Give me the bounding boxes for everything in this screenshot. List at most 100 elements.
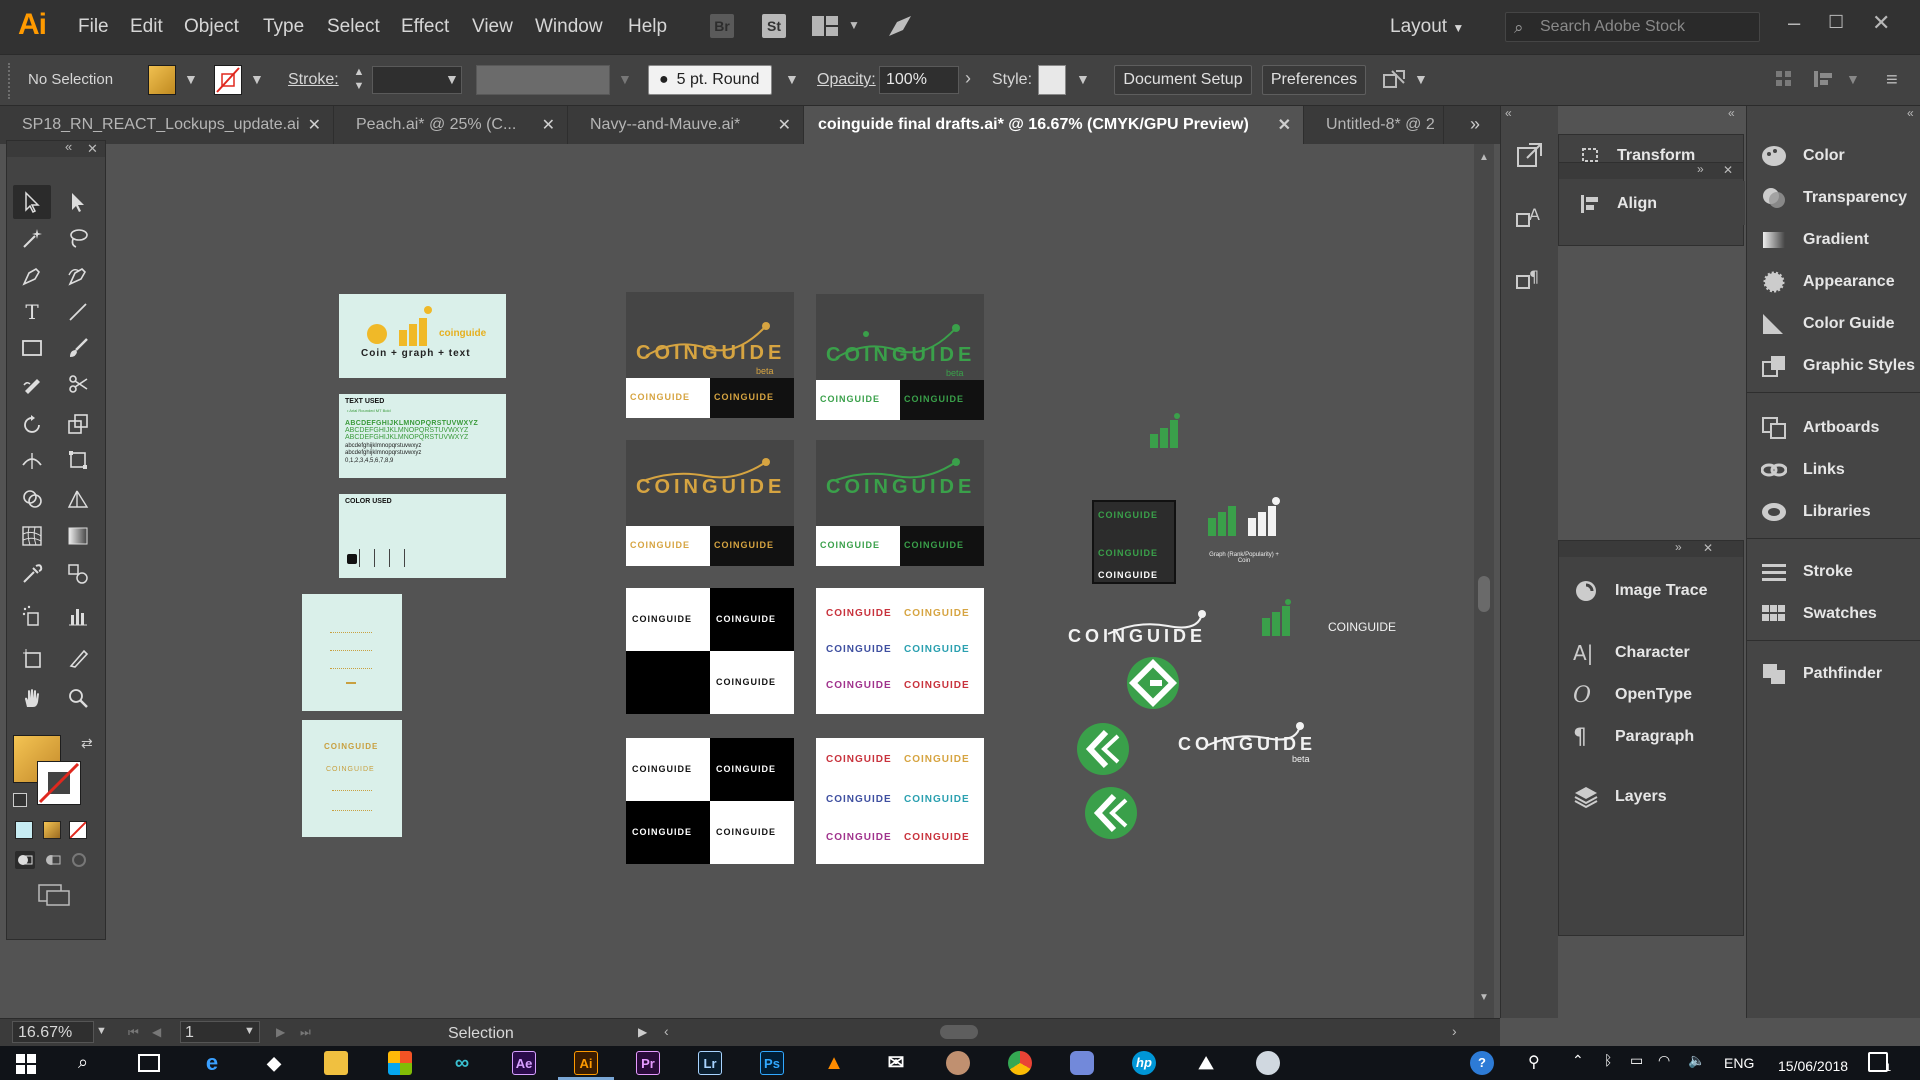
- mail-icon[interactable]: ✉: [884, 1051, 908, 1075]
- artboard-coin-graph-text[interactable]: coinguide Coin + graph + text: [339, 294, 506, 378]
- previous-artboard-icon[interactable]: ◀: [152, 1025, 161, 1039]
- panel-layers[interactable]: Layers: [1559, 777, 1745, 817]
- clock-date[interactable]: 15/06/2018: [1778, 1058, 1848, 1074]
- store-icon[interactable]: [388, 1051, 412, 1075]
- stroke-stepper[interactable]: ▲ ▼: [349, 65, 369, 95]
- rotate-tool-icon[interactable]: [13, 407, 51, 441]
- vertical-scrollbar[interactable]: ▲ ▼: [1474, 144, 1494, 1022]
- photos-icon[interactable]: ⛰: [1194, 1051, 1218, 1075]
- task-view-icon[interactable]: [138, 1054, 160, 1072]
- panel-stroke[interactable]: Stroke: [1747, 552, 1920, 592]
- menu-window[interactable]: Window: [535, 16, 603, 38]
- menu-view[interactable]: View: [472, 16, 513, 38]
- language-indicator[interactable]: ENG: [1724, 1055, 1754, 1071]
- arduino-icon[interactable]: ∞: [450, 1051, 474, 1075]
- stroke-label[interactable]: Stroke:: [288, 71, 339, 89]
- artboard-text-used[interactable]: TEXT USED • Arial Rounded MT Bold ABCDEF…: [339, 394, 506, 478]
- artboard-coinguide-green-dark[interactable]: COINGUIDE beta COINGUIDE COINGUIDE: [816, 294, 984, 420]
- scale-tool-icon[interactable]: [59, 407, 97, 441]
- photo-app-icon[interactable]: [946, 1051, 970, 1075]
- opacity-field[interactable]: 100%: [879, 66, 959, 94]
- chevron-down-icon[interactable]: ▼: [250, 71, 264, 87]
- scissors-tool-icon[interactable]: [59, 367, 97, 401]
- panel-swatches[interactable]: Swatches: [1747, 594, 1920, 634]
- close-icon[interactable]: ✕: [542, 115, 555, 135]
- slice-tool-icon[interactable]: [59, 641, 97, 675]
- artboard-mono-grid-2[interactable]: COINGUIDE COINGUIDE COINGUIDE COINGUIDE: [626, 738, 794, 864]
- illustrator-icon[interactable]: Ai: [574, 1051, 598, 1075]
- zoom-tool-icon[interactable]: [59, 681, 97, 715]
- type-tool-icon[interactable]: T: [13, 295, 51, 329]
- fill-swatch[interactable]: [148, 65, 176, 95]
- close-icon[interactable]: ✕: [1278, 115, 1291, 135]
- minimize-button[interactable]: –: [1788, 10, 1800, 36]
- gradient-mode-icon[interactable]: [43, 821, 61, 839]
- menu-object[interactable]: Object: [184, 16, 239, 38]
- bridge-icon[interactable]: Br: [710, 14, 734, 38]
- pen-tool-icon[interactable]: [13, 259, 51, 293]
- scroll-thumb[interactable]: [1478, 576, 1490, 612]
- selection-tool-icon[interactable]: [13, 185, 51, 219]
- close-icon[interactable]: ✕: [87, 141, 98, 157]
- after-effects-icon[interactable]: Ae: [512, 1051, 536, 1075]
- battery-icon[interactable]: ▭: [1630, 1052, 1643, 1069]
- paintbrush-tool-icon[interactable]: [59, 331, 97, 365]
- menu-type[interactable]: Type: [263, 16, 304, 38]
- menu-icon[interactable]: ≡: [1886, 69, 1898, 92]
- status-menu-arrow-icon[interactable]: ▶: [638, 1025, 647, 1039]
- lightroom-icon[interactable]: Lr: [698, 1051, 722, 1075]
- artboard-color-variants-1[interactable]: COINGUIDE COINGUIDE COINGUIDE COINGUIDE …: [816, 588, 984, 714]
- edge-icon[interactable]: e: [200, 1051, 224, 1075]
- panel-artboards[interactable]: Artboards: [1747, 408, 1920, 448]
- panel-image-trace[interactable]: Image Trace: [1559, 571, 1745, 611]
- blend-tool-icon[interactable]: [59, 557, 97, 591]
- chevron-down-icon[interactable]: ▼: [1414, 71, 1428, 87]
- panel-color-guide[interactable]: Color Guide: [1747, 304, 1920, 344]
- stock-icon[interactable]: St: [762, 14, 786, 38]
- tab-coinguide-final-drafts[interactable]: coinguide final drafts.ai* @ 16.67% (CMY…: [804, 106, 1304, 144]
- stacked-logo-box[interactable]: COINGUIDE COINGUIDE COINGUIDE: [1092, 500, 1176, 584]
- chevron-down-icon[interactable]: ▼: [96, 1025, 107, 1037]
- chrome-icon[interactable]: [1008, 1051, 1032, 1075]
- zoom-field[interactable]: 16.67%: [12, 1021, 94, 1043]
- shaper-tool-icon[interactable]: [13, 367, 51, 401]
- grip-handle[interactable]: [8, 63, 12, 99]
- people-icon[interactable]: ⚲: [1528, 1052, 1540, 1072]
- menu-edit[interactable]: Edit: [130, 16, 163, 38]
- artboard-vertical-logos-2[interactable]: COINGUIDE COINGUIDE: [302, 720, 402, 837]
- gpu-performance-icon[interactable]: [885, 12, 915, 40]
- arrange-documents-icon[interactable]: [812, 16, 838, 36]
- chevron-down-icon[interactable]: ▼: [244, 1025, 255, 1037]
- chevron-down-icon[interactable]: ▼: [785, 71, 799, 87]
- chevron-down-icon[interactable]: ▼: [1846, 71, 1860, 87]
- collapse-icon[interactable]: «: [65, 139, 72, 154]
- gradient-tool-icon[interactable]: [59, 519, 97, 553]
- collapse-icon[interactable]: «: [1728, 106, 1735, 120]
- perspective-grid-tool-icon[interactable]: [59, 481, 97, 515]
- menu-effect[interactable]: Effect: [401, 16, 449, 38]
- photoshop-icon[interactable]: Ps: [760, 1051, 784, 1075]
- arrange-icon[interactable]: [1382, 69, 1406, 93]
- tab-untitled-8[interactable]: Untitled-8* @ 2: [1304, 106, 1444, 144]
- windows-start-icon[interactable]: [16, 1054, 36, 1074]
- canvas[interactable]: coinguide Coin + graph + text TEXT USED …: [106, 144, 1474, 1022]
- scroll-down-icon[interactable]: ▼: [1479, 992, 1489, 1003]
- screen-mode-icon[interactable]: [37, 883, 73, 907]
- volume-icon[interactable]: 🔈: [1688, 1052, 1705, 1069]
- chevron-down-icon[interactable]: ▼: [445, 71, 459, 87]
- artboard-mono-grid-1[interactable]: COINGUIDE COINGUIDE COINGUIDE: [626, 588, 794, 714]
- magic-wand-tool-icon[interactable]: [13, 221, 51, 255]
- paragraph-styles-icon[interactable]: ¶: [1515, 264, 1543, 292]
- search-stock-input[interactable]: ⌕ Search Adobe Stock: [1505, 12, 1760, 42]
- graphic-style-swatch[interactable]: [1038, 65, 1066, 95]
- stroke-color-swatch[interactable]: [37, 761, 81, 805]
- chevron-down-icon[interactable]: ▼: [848, 18, 860, 32]
- maximize-button[interactable]: ☐: [1828, 12, 1844, 33]
- artboard-coinguide-gold-dark[interactable]: COINGUIDE beta COINGUIDE COINGUIDE: [626, 292, 794, 418]
- panel-libraries[interactable]: Libraries: [1747, 492, 1920, 532]
- collapse-icon[interactable]: «: [1505, 106, 1512, 120]
- panel-appearance[interactable]: Appearance: [1747, 262, 1920, 302]
- menu-help[interactable]: Help: [628, 16, 667, 38]
- expand-icon[interactable]: »: [1675, 540, 1682, 554]
- last-artboard-icon[interactable]: ⏭: [300, 1025, 311, 1040]
